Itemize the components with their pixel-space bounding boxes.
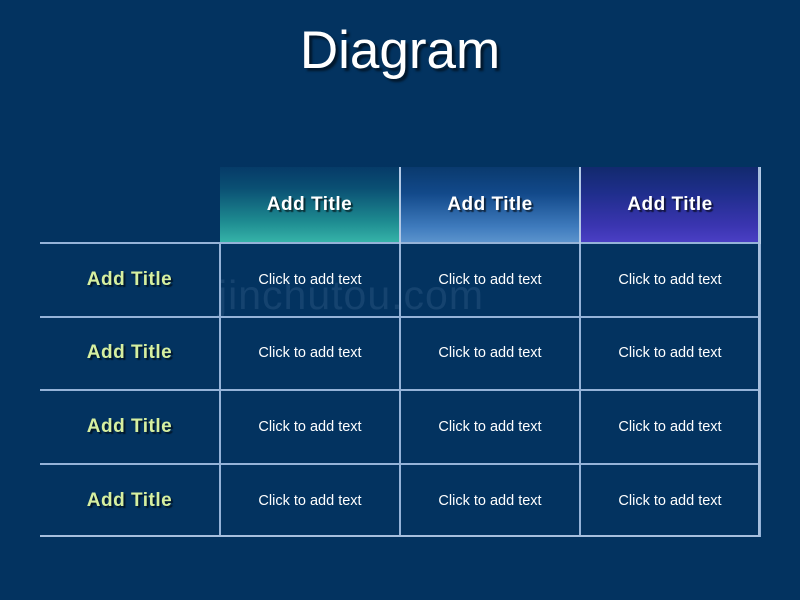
cell-r3c2[interactable]: Click to add text [399,389,580,464]
cell-r2c3[interactable]: Click to add text [579,315,761,391]
diagram-table: Add Title Add Title Add Title Add Title … [40,167,761,537]
table: Add Title Add Title Add Title Add Title … [40,167,761,537]
page-title[interactable]: Diagram [0,21,800,80]
column-header-1-label: Add Title [266,193,353,215]
cell-r1c2[interactable]: Click to add text [399,242,580,317]
row-label-2[interactable]: Add Title [40,315,220,391]
row-label-4[interactable]: Add Title [40,462,220,537]
table-right-border [758,167,760,537]
cell-r2c1[interactable]: Click to add text [219,315,400,391]
row-label-3[interactable]: Add Title [40,389,220,464]
cell-r3c1[interactable]: Click to add text [219,389,400,464]
cell-r2c2[interactable]: Click to add text [399,315,580,391]
cell-r4c1[interactable]: Click to add text [219,462,400,537]
cell-r1c3[interactable]: Click to add text [579,242,761,317]
table-row: Add Title Click to add text Click to add… [40,242,761,317]
table-header-row: Add Title Add Title Add Title [40,167,761,244]
column-header-2-label: Add Title [447,193,533,215]
column-header-2[interactable]: Add Title [400,167,581,244]
cell-r1c1[interactable]: Click to add text [219,242,400,317]
table-bottom-border [40,535,760,537]
table-row: Add Title Click to add text Click to add… [40,462,761,537]
cell-r4c2[interactable]: Click to add text [399,462,580,537]
table-row: Add Title Click to add text Click to add… [40,389,761,464]
table-row: Add Title Click to add text Click to add… [40,315,761,391]
column-header-3-label: Add Title [627,193,713,215]
slide-canvas: Diagram jinchutou.com Add Title Add Titl… [0,0,800,600]
column-header-1[interactable]: Add Title [220,167,401,244]
cell-r3c3[interactable]: Click to add text [579,389,761,464]
row-label-1[interactable]: Add Title [40,242,220,317]
table-corner-cell [40,167,220,243]
column-header-3[interactable]: Add Title [580,167,761,244]
cell-r4c3[interactable]: Click to add text [579,462,761,537]
